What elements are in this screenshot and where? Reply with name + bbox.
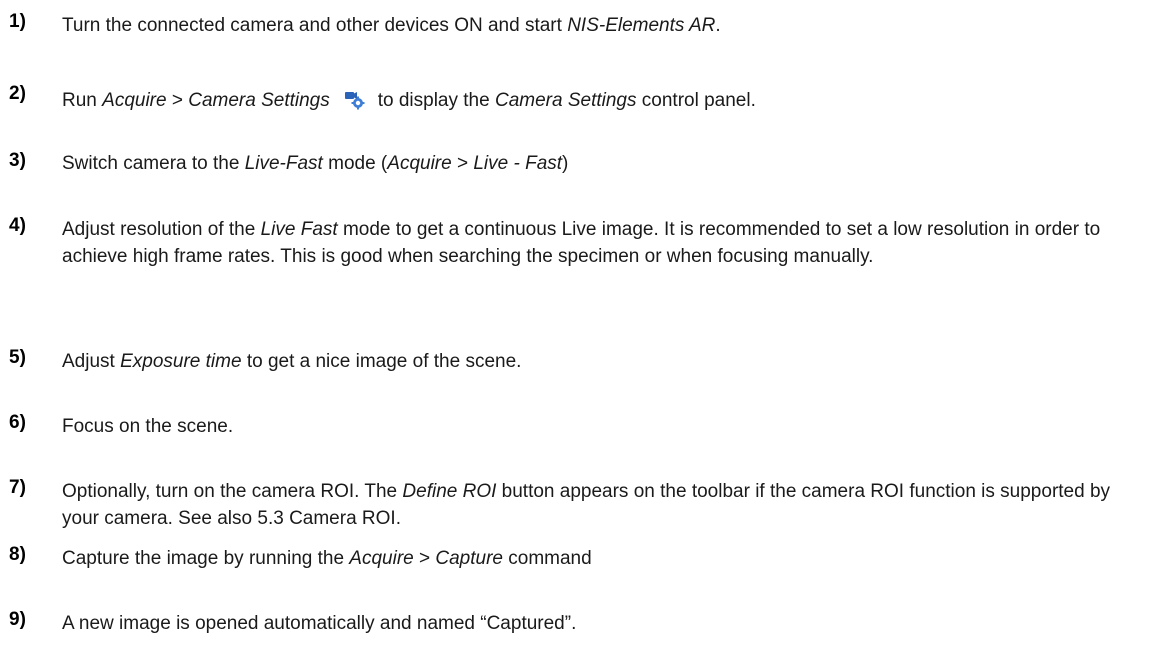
step-text-run: Optionally, turn on the camera ROI. The [62, 481, 403, 502]
step-text-emphasis: Define ROI [402, 481, 497, 502]
step-number: 6) [9, 412, 26, 433]
step-text-run: Focus on the scene. [62, 416, 234, 437]
procedure-steps: 1) Turn the connected camera and other de… [0, 0, 1151, 652]
step-text-run: Switch camera to the [62, 153, 245, 174]
step-text-emphasis: Capture [435, 548, 503, 569]
step-text-run: > [413, 548, 436, 569]
step-number: 7) [9, 477, 26, 498]
step-text: Capture the image by running the Acquire… [62, 545, 1122, 572]
step-text-run: to get a nice image of the scene. [241, 351, 522, 372]
step-text-emphasis: Live-Fast [244, 153, 323, 174]
step-text-run: ) [562, 153, 569, 174]
step-number: 5) [9, 347, 26, 368]
step-text: Focus on the scene. [62, 413, 1122, 440]
step-text-emphasis: Camera Settings [188, 90, 330, 111]
step-text-emphasis: Exposure time [120, 351, 242, 372]
step-text: Adjust resolution of the Live Fast mode … [62, 216, 1122, 270]
step-text-run: > [166, 90, 189, 111]
step-text-run: command [502, 548, 592, 569]
step-number: 3) [9, 150, 26, 171]
step-text-emphasis: NIS-Elements AR [567, 15, 716, 36]
step-text-emphasis: Acquire [349, 548, 414, 569]
step-text-run: Run [62, 90, 103, 111]
step-text-emphasis: Acquire [102, 90, 167, 111]
step-text: Turn the connected camera and other devi… [62, 12, 1122, 39]
step-text-run: Turn the connected camera and other devi… [62, 15, 568, 36]
step-text-run: Adjust resolution of the [62, 219, 261, 240]
step-number: 1) [9, 11, 26, 32]
step-text-emphasis: Acquire [387, 153, 452, 174]
step-text-run: Adjust [62, 351, 121, 372]
step-text-emphasis: Live - Fast [473, 153, 563, 174]
step-number: 4) [9, 215, 26, 236]
step-text-run: . [715, 15, 721, 36]
step-text-emphasis: Camera Settings [494, 90, 637, 111]
step-text: Optionally, turn on the camera ROI. The … [62, 478, 1122, 532]
step-text-run: control panel. [636, 90, 756, 111]
step-number: 9) [9, 609, 26, 630]
camera-settings-icon [344, 92, 365, 110]
step-text: A new image is opened automatically and … [62, 610, 1122, 637]
step-text-run: to display the [377, 90, 495, 111]
step-text-run: mode ( [322, 153, 388, 174]
step-text: Adjust Exposure time to get a nice image… [62, 348, 1122, 375]
step-text-emphasis: Live Fast [260, 219, 338, 240]
step-text-run: A new image is opened automatically and … [62, 613, 577, 634]
step-number: 2) [9, 83, 26, 104]
step-text: Switch camera to the Live-Fast mode (Acq… [62, 150, 1122, 177]
step-text-run: > [451, 153, 474, 174]
step-text-run: Capture the image by running the [62, 548, 350, 569]
step-number: 8) [9, 544, 26, 565]
step-text: Run Acquire > Camera Settings to display … [62, 87, 1122, 114]
